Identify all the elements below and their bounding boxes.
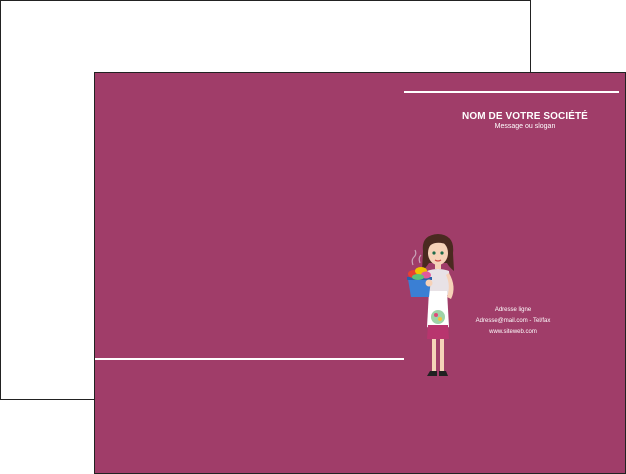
email-phone-line: Adresse@mail.com - Tel/fax — [475, 318, 551, 324]
front-cover: NOM DE VOTRE SOCIÉTÉ Message ou slogan A… — [94, 72, 626, 474]
company-name: NOM DE VOTRE SOCIÉTÉ — [462, 111, 588, 122]
slogan: Message ou slogan — [494, 123, 556, 130]
top-divider-line — [404, 91, 619, 93]
address-line: Adresse ligne — [494, 307, 532, 313]
website-line: www.siteweb.com — [489, 329, 537, 335]
bottom-divider-line — [95, 358, 404, 360]
